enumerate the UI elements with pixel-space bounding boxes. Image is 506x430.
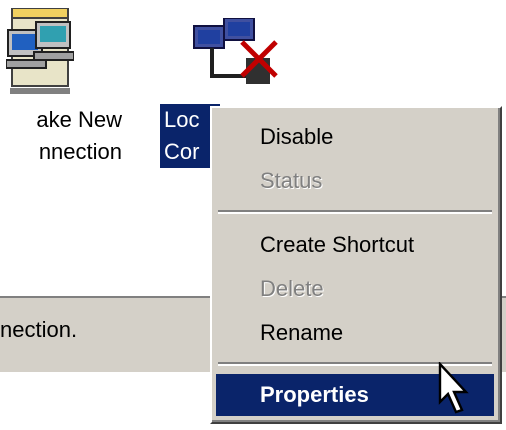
icon-label-line: nnection <box>38 139 122 164</box>
make-new-connection-label: ake New nnection <box>0 104 122 168</box>
menu-item-delete: Delete <box>260 276 324 301</box>
menu-separator <box>218 210 492 214</box>
local-area-connection-disabled-icon <box>193 18 278 84</box>
desktop-view: ake New nnection Loc Cor nection. Disabl… <box>0 0 506 430</box>
icon-label-line: ake New <box>36 107 122 132</box>
arrow-pointer-icon <box>438 362 469 414</box>
menu-item-status: Status <box>260 168 323 193</box>
menu-item-disable[interactable]: Disable <box>216 116 494 158</box>
menu-item-rename[interactable]: Rename <box>216 312 494 354</box>
network-wizard-icon <box>6 8 74 94</box>
menu-item-create-shortcut[interactable]: Create Shortcut <box>216 224 494 266</box>
status-text: nection. <box>0 317 78 342</box>
